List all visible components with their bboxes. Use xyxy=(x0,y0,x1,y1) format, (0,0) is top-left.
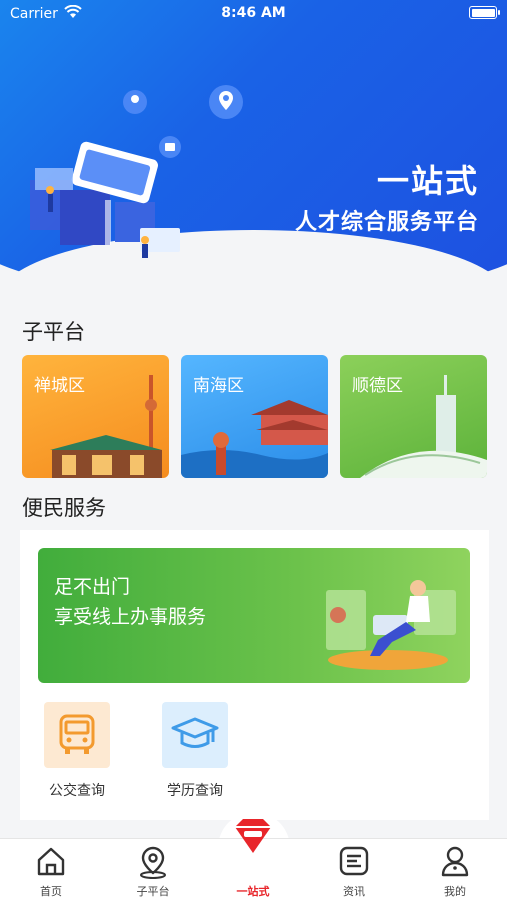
hero-illustration xyxy=(30,90,181,258)
tab-label: 子平台 xyxy=(136,885,170,898)
home-icon xyxy=(37,847,65,876)
shunde-landmark-illustration xyxy=(360,375,487,478)
service-label: 学历查询 xyxy=(167,783,223,799)
bus-query-service[interactable]: 公交查询 xyxy=(42,702,112,800)
tab-label: 我的 xyxy=(444,885,466,898)
tab-home[interactable]: 首页 xyxy=(11,839,91,900)
education-query-service[interactable]: 学历查询 xyxy=(160,702,230,800)
sub-platform-cards: 禅城区 南海区 顺德区 xyxy=(22,355,487,478)
status-time: 8:46 AM xyxy=(221,5,286,21)
tab-news[interactable]: 资讯 xyxy=(314,839,394,900)
banner-line2: 享受线上办事服务 xyxy=(54,606,207,628)
sub-platform-title: 子平台 xyxy=(22,320,85,344)
status-bar: Carrier 8:46 AM xyxy=(0,0,507,28)
tab-label: 资讯 xyxy=(343,885,365,898)
chancheng-landmark-illustration xyxy=(50,375,162,478)
hero-banner: Carrier 8:46 AM 一站式 人才综合服务平台 xyxy=(0,0,507,300)
clock-pin-icon xyxy=(209,85,243,119)
card-chancheng[interactable]: 禅城区 xyxy=(22,355,169,478)
hero-title: 一站式 xyxy=(376,162,479,200)
battery-icon xyxy=(469,6,500,19)
tab-sub-platform[interactable]: 子平台 xyxy=(113,839,193,900)
hero-subtitle: 人才综合服务平台 xyxy=(294,210,479,235)
bus-icon xyxy=(44,702,110,768)
online-service-illustration xyxy=(326,580,456,670)
tab-bar: 首页 子平台 一站式 资讯 我的 xyxy=(0,819,507,900)
online-service-banner[interactable]: 足不出门 享受线上办事服务 xyxy=(38,548,470,683)
news-icon xyxy=(339,846,369,876)
graduation-cap-icon xyxy=(162,702,228,768)
banner-line1: 足不出门 xyxy=(54,576,131,598)
services-panel: 足不出门 享受线上办事服务 公交查询 学历查询 xyxy=(20,530,489,820)
gem-icon xyxy=(235,819,271,853)
nanhai-landmark-illustration xyxy=(181,400,328,478)
card-nanhai[interactable]: 南海区 xyxy=(181,355,328,478)
tab-one-stop[interactable]: 一站式 xyxy=(213,819,293,900)
card-shunde[interactable]: 顺德区 xyxy=(340,355,487,478)
tab-label: 首页 xyxy=(40,885,62,898)
tab-mine[interactable]: 我的 xyxy=(415,839,495,900)
services-title: 便民服务 xyxy=(22,496,106,520)
user-icon xyxy=(441,846,469,877)
tab-label: 一站式 xyxy=(236,885,270,898)
service-label: 公交查询 xyxy=(49,783,105,799)
location-pin-icon xyxy=(140,846,166,879)
